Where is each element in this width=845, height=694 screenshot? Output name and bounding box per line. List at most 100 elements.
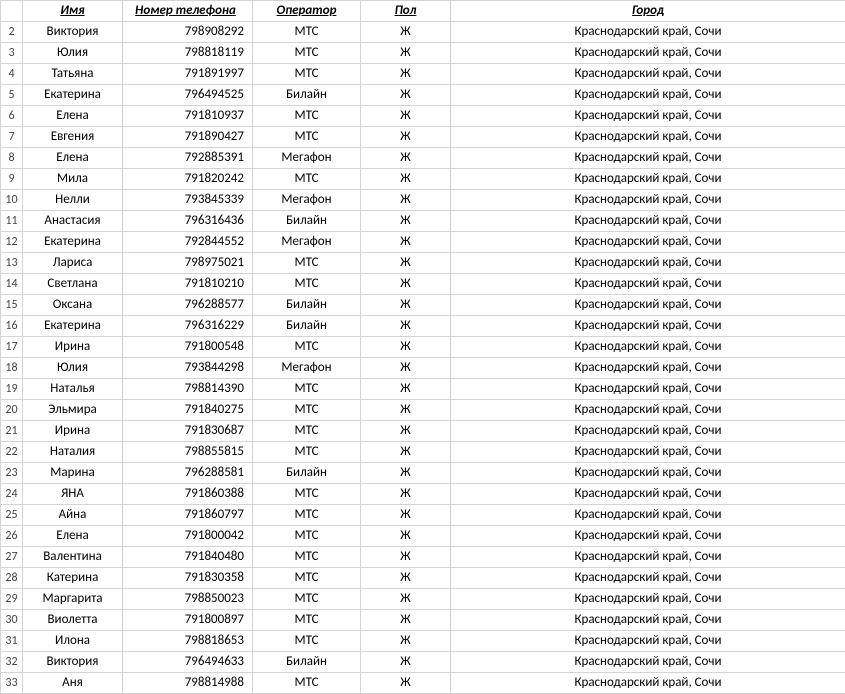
cell-phone[interactable]: 791810937 bbox=[123, 106, 253, 127]
row-number[interactable]: 28 bbox=[1, 568, 23, 589]
cell-phone[interactable]: 798850023 bbox=[123, 589, 253, 610]
cell-phone[interactable]: 791800548 bbox=[123, 337, 253, 358]
cell-name[interactable]: Виктория bbox=[23, 652, 123, 673]
cell-city[interactable]: Краснодарский край, Сочи bbox=[451, 85, 845, 106]
cell-operator[interactable]: МТС bbox=[253, 274, 361, 295]
cell-operator[interactable]: МТС bbox=[253, 673, 361, 694]
cell-phone[interactable]: 791840480 bbox=[123, 547, 253, 568]
row-number[interactable]: 25 bbox=[1, 505, 23, 526]
row-number[interactable]: 21 bbox=[1, 421, 23, 442]
cell-operator[interactable]: Билайн bbox=[253, 211, 361, 232]
cell-name[interactable]: Айна bbox=[23, 505, 123, 526]
cell-gender[interactable]: Ж bbox=[361, 421, 451, 442]
cell-gender[interactable]: Ж bbox=[361, 526, 451, 547]
cell-gender[interactable]: Ж bbox=[361, 316, 451, 337]
row-number[interactable]: 2 bbox=[1, 22, 23, 43]
cell-name[interactable]: Елена bbox=[23, 148, 123, 169]
cell-gender[interactable]: Ж bbox=[361, 463, 451, 484]
cell-operator[interactable]: МТС bbox=[253, 379, 361, 400]
cell-phone[interactable]: 798814390 bbox=[123, 379, 253, 400]
cell-phone[interactable]: 791800042 bbox=[123, 526, 253, 547]
cell-phone[interactable]: 791830358 bbox=[123, 568, 253, 589]
row-number[interactable]: 31 bbox=[1, 631, 23, 652]
cell-city[interactable]: Краснодарский край, Сочи bbox=[451, 379, 845, 400]
cell-name[interactable]: Наталия bbox=[23, 442, 123, 463]
cell-city[interactable]: Краснодарский край, Сочи bbox=[451, 127, 845, 148]
cell-gender[interactable]: Ж bbox=[361, 379, 451, 400]
cell-name[interactable]: Марина bbox=[23, 463, 123, 484]
cell-city[interactable]: Краснодарский край, Сочи bbox=[451, 400, 845, 421]
cell-gender[interactable]: Ж bbox=[361, 337, 451, 358]
cell-phone[interactable]: 791830687 bbox=[123, 421, 253, 442]
cell-phone[interactable]: 791860388 bbox=[123, 484, 253, 505]
cell-operator[interactable]: МТС bbox=[253, 421, 361, 442]
cell-phone[interactable]: 798818653 bbox=[123, 631, 253, 652]
row-number[interactable]: 3 bbox=[1, 43, 23, 64]
row-number[interactable]: 10 bbox=[1, 190, 23, 211]
cell-name[interactable]: Лариса bbox=[23, 253, 123, 274]
cell-gender[interactable]: Ж bbox=[361, 211, 451, 232]
cell-operator[interactable]: МТС bbox=[253, 43, 361, 64]
col-header-operator[interactable]: Оператор bbox=[253, 1, 361, 22]
cell-gender[interactable]: Ж bbox=[361, 274, 451, 295]
col-header-gender[interactable]: Пол bbox=[361, 1, 451, 22]
cell-name[interactable]: Екатерина bbox=[23, 232, 123, 253]
cell-city[interactable]: Краснодарский край, Сочи bbox=[451, 526, 845, 547]
cell-phone[interactable]: 791820242 bbox=[123, 169, 253, 190]
cell-name[interactable]: Юлия bbox=[23, 43, 123, 64]
cell-name[interactable]: Виктория bbox=[23, 22, 123, 43]
cell-city[interactable]: Краснодарский край, Сочи bbox=[451, 169, 845, 190]
cell-operator[interactable]: МТС bbox=[253, 526, 361, 547]
cell-city[interactable]: Краснодарский край, Сочи bbox=[451, 64, 845, 85]
cell-name[interactable]: Ирина bbox=[23, 421, 123, 442]
cell-gender[interactable]: Ж bbox=[361, 232, 451, 253]
cell-operator[interactable]: МТС bbox=[253, 337, 361, 358]
cell-gender[interactable]: Ж bbox=[361, 400, 451, 421]
cell-phone[interactable]: 792844552 bbox=[123, 232, 253, 253]
cell-name[interactable]: Юлия bbox=[23, 358, 123, 379]
cell-operator[interactable]: МТС bbox=[253, 253, 361, 274]
cell-city[interactable]: Краснодарский край, Сочи bbox=[451, 274, 845, 295]
cell-name[interactable]: Виолетта bbox=[23, 610, 123, 631]
cell-name[interactable]: Нелли bbox=[23, 190, 123, 211]
cell-phone[interactable]: 791860797 bbox=[123, 505, 253, 526]
cell-name[interactable]: Эльмира bbox=[23, 400, 123, 421]
cell-phone[interactable]: 796316436 bbox=[123, 211, 253, 232]
cell-phone[interactable]: 791890427 bbox=[123, 127, 253, 148]
cell-name[interactable]: Татьяна bbox=[23, 64, 123, 85]
cell-name[interactable]: Анастасия bbox=[23, 211, 123, 232]
cell-operator[interactable]: МТС bbox=[253, 22, 361, 43]
row-number[interactable]: 4 bbox=[1, 64, 23, 85]
row-number[interactable]: 5 bbox=[1, 85, 23, 106]
cell-city[interactable]: Краснодарский край, Сочи bbox=[451, 673, 845, 694]
row-number[interactable]: 18 bbox=[1, 358, 23, 379]
row-number[interactable]: 27 bbox=[1, 547, 23, 568]
cell-gender[interactable]: Ж bbox=[361, 22, 451, 43]
cell-phone[interactable]: 791840275 bbox=[123, 400, 253, 421]
row-number[interactable]: 17 bbox=[1, 337, 23, 358]
cell-phone[interactable]: 796288577 bbox=[123, 295, 253, 316]
cell-operator[interactable]: МТС bbox=[253, 442, 361, 463]
cell-city[interactable]: Краснодарский край, Сочи bbox=[451, 211, 845, 232]
cell-gender[interactable]: Ж bbox=[361, 295, 451, 316]
cell-operator[interactable]: Билайн bbox=[253, 85, 361, 106]
cell-name[interactable]: ЯНА bbox=[23, 484, 123, 505]
row-number[interactable]: 26 bbox=[1, 526, 23, 547]
cell-operator[interactable]: Билайн bbox=[253, 463, 361, 484]
cell-name[interactable]: Екатерина bbox=[23, 85, 123, 106]
cell-operator[interactable]: Билайн bbox=[253, 652, 361, 673]
col-header-name[interactable]: Имя bbox=[23, 1, 123, 22]
cell-city[interactable]: Краснодарский край, Сочи bbox=[451, 652, 845, 673]
cell-name[interactable]: Мила bbox=[23, 169, 123, 190]
cell-phone[interactable]: 791891997 bbox=[123, 64, 253, 85]
cell-name[interactable]: Елена bbox=[23, 526, 123, 547]
cell-city[interactable]: Краснодарский край, Сочи bbox=[451, 106, 845, 127]
cell-city[interactable]: Краснодарский край, Сочи bbox=[451, 442, 845, 463]
cell-phone[interactable]: 796288581 bbox=[123, 463, 253, 484]
cell-city[interactable]: Краснодарский край, Сочи bbox=[451, 43, 845, 64]
cell-name[interactable]: Елена bbox=[23, 106, 123, 127]
cell-operator[interactable]: МТС bbox=[253, 169, 361, 190]
cell-operator[interactable]: Билайн bbox=[253, 316, 361, 337]
row-number[interactable]: 13 bbox=[1, 253, 23, 274]
cell-operator[interactable]: Билайн bbox=[253, 295, 361, 316]
